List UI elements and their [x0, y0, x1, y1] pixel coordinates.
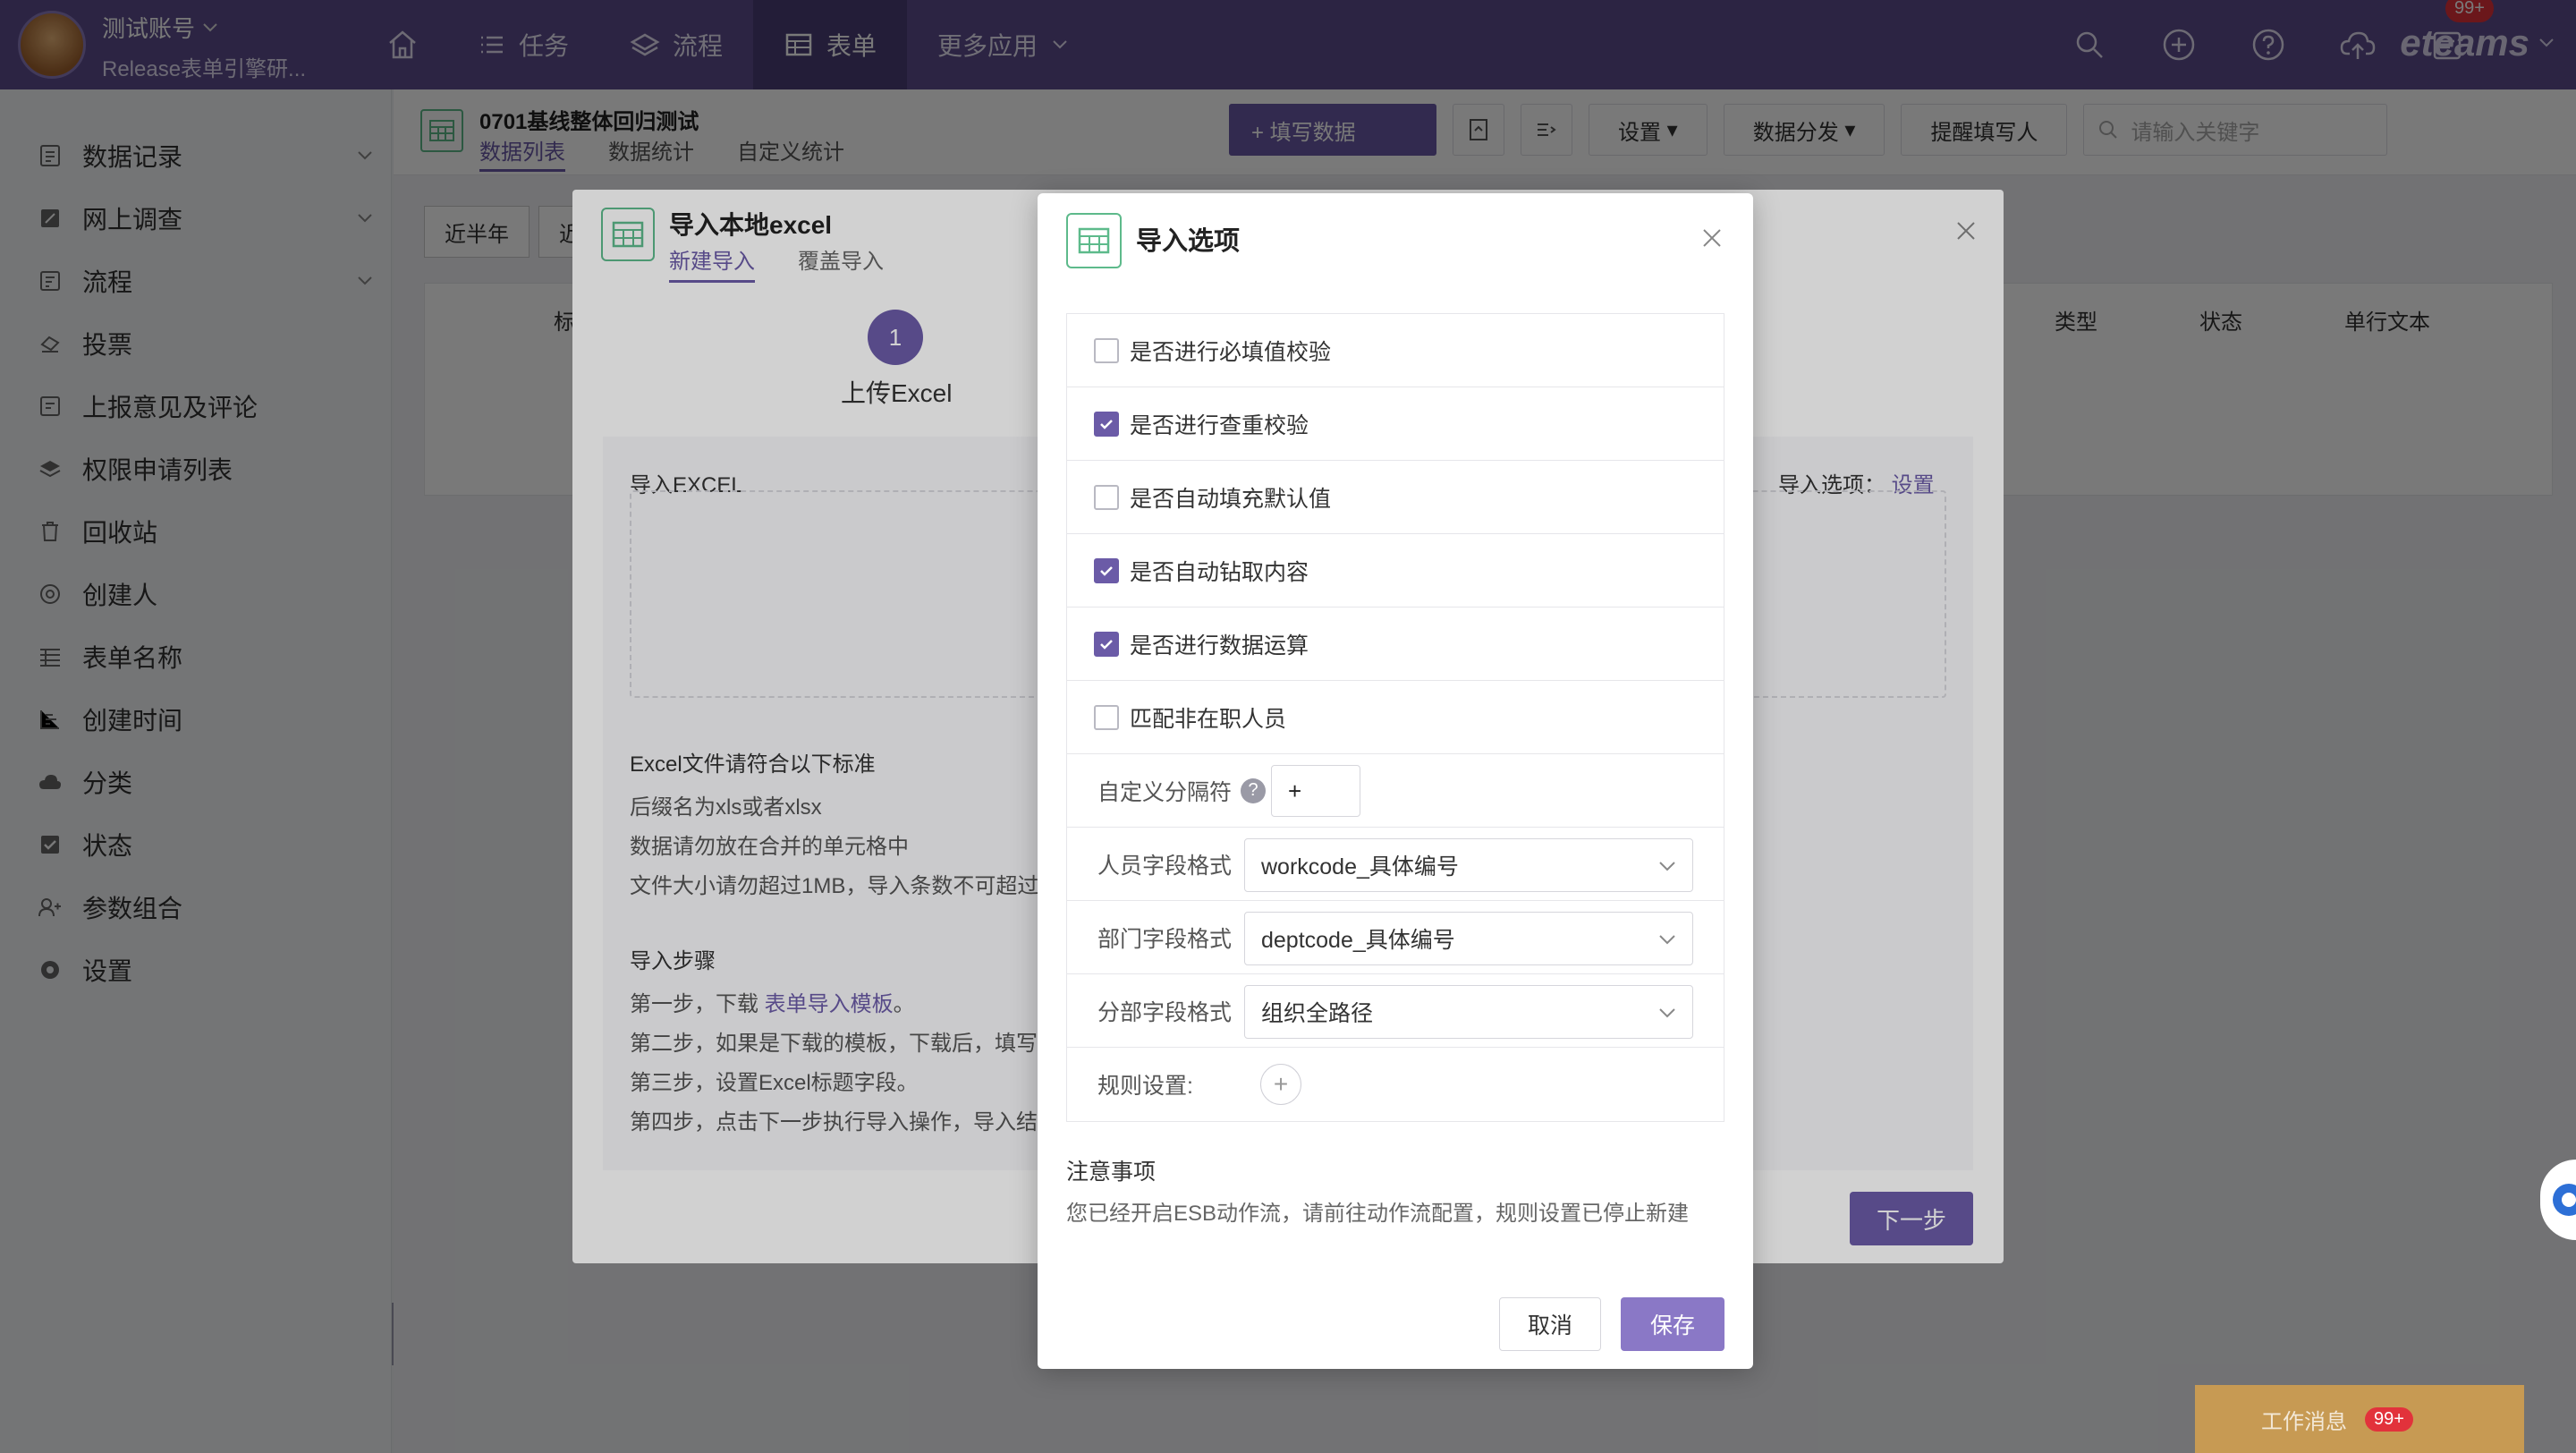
- check-icon: [1100, 565, 1113, 576]
- dept-format-select[interactable]: deptcode_具体编号: [1244, 912, 1693, 965]
- dialog-title: 导入选项: [1136, 227, 1241, 256]
- notice-title: 注意事项: [1066, 1160, 1157, 1185]
- option-data-calc[interactable]: 是否进行数据运算: [1067, 608, 1724, 681]
- add-rule-button[interactable]: +: [1260, 1064, 1301, 1105]
- checkbox[interactable]: [1094, 337, 1119, 363]
- checkbox-checked[interactable]: [1094, 557, 1119, 583]
- checkbox-checked[interactable]: [1094, 411, 1119, 437]
- subcompany-format-select[interactable]: 组织全路径: [1244, 985, 1693, 1039]
- option-duplicate-check[interactable]: 是否进行查重校验: [1067, 387, 1724, 461]
- help-icon[interactable]: ?: [1241, 777, 1267, 803]
- separator-input[interactable]: +: [1271, 765, 1360, 817]
- rule-settings-row: 规则设置: +: [1067, 1048, 1724, 1121]
- separator-label: 自定义分隔符: [1097, 779, 1233, 805]
- option-auto-drill[interactable]: 是否自动钻取内容: [1067, 534, 1724, 608]
- rule-label: 规则设置:: [1097, 1074, 1193, 1099]
- work-message-badge: 99+: [2365, 1406, 2413, 1432]
- close-icon[interactable]: [1701, 227, 1723, 249]
- table-icon: [1066, 213, 1122, 268]
- notice-text: 您已经开启ESB动作流，请前往动作流配置，规则设置已停止新建: [1066, 1202, 1690, 1226]
- work-message-bar[interactable]: 工作消息 99+: [2195, 1385, 2524, 1453]
- checkbox[interactable]: [1094, 704, 1119, 730]
- option-required-check[interactable]: 是否进行必填值校验: [1067, 314, 1724, 387]
- subcompany-format-row: 分部字段格式 组织全路径: [1067, 974, 1724, 1048]
- check-icon: [1100, 419, 1113, 429]
- person-format-label: 人员字段格式: [1097, 853, 1233, 879]
- dept-format-row: 部门字段格式 deptcode_具体编号: [1067, 901, 1724, 974]
- checkbox-checked[interactable]: [1094, 631, 1119, 657]
- option-match-inactive[interactable]: 匹配非在职人员: [1067, 681, 1724, 754]
- separator-row: 自定义分隔符 ? +: [1067, 754, 1724, 828]
- check-icon: [1100, 639, 1113, 650]
- person-format-row: 人员字段格式 workcode_具体编号: [1067, 828, 1724, 901]
- chevron-down-icon: [1659, 1008, 1675, 1018]
- chevron-down-icon: [1659, 935, 1675, 945]
- dept-format-label: 部门字段格式: [1097, 926, 1233, 952]
- checkbox[interactable]: [1094, 484, 1119, 510]
- chevron-down-icon: [1659, 862, 1675, 871]
- options-list: 是否进行必填值校验 是否进行查重校验 是否自动填充默认值 是否自动钻取内容 是否…: [1066, 313, 1724, 1122]
- save-button[interactable]: 保存: [1621, 1297, 1724, 1351]
- option-auto-fill-default[interactable]: 是否自动填充默认值: [1067, 461, 1724, 534]
- import-options-dialog: 导入选项 是否进行必填值校验 是否进行查重校验 是否自动填充默认值 是否自动钻取…: [1038, 193, 1753, 1369]
- person-format-select[interactable]: workcode_具体编号: [1244, 838, 1693, 892]
- subcompany-format-label: 分部字段格式: [1097, 999, 1233, 1025]
- cancel-button[interactable]: 取消: [1499, 1297, 1601, 1351]
